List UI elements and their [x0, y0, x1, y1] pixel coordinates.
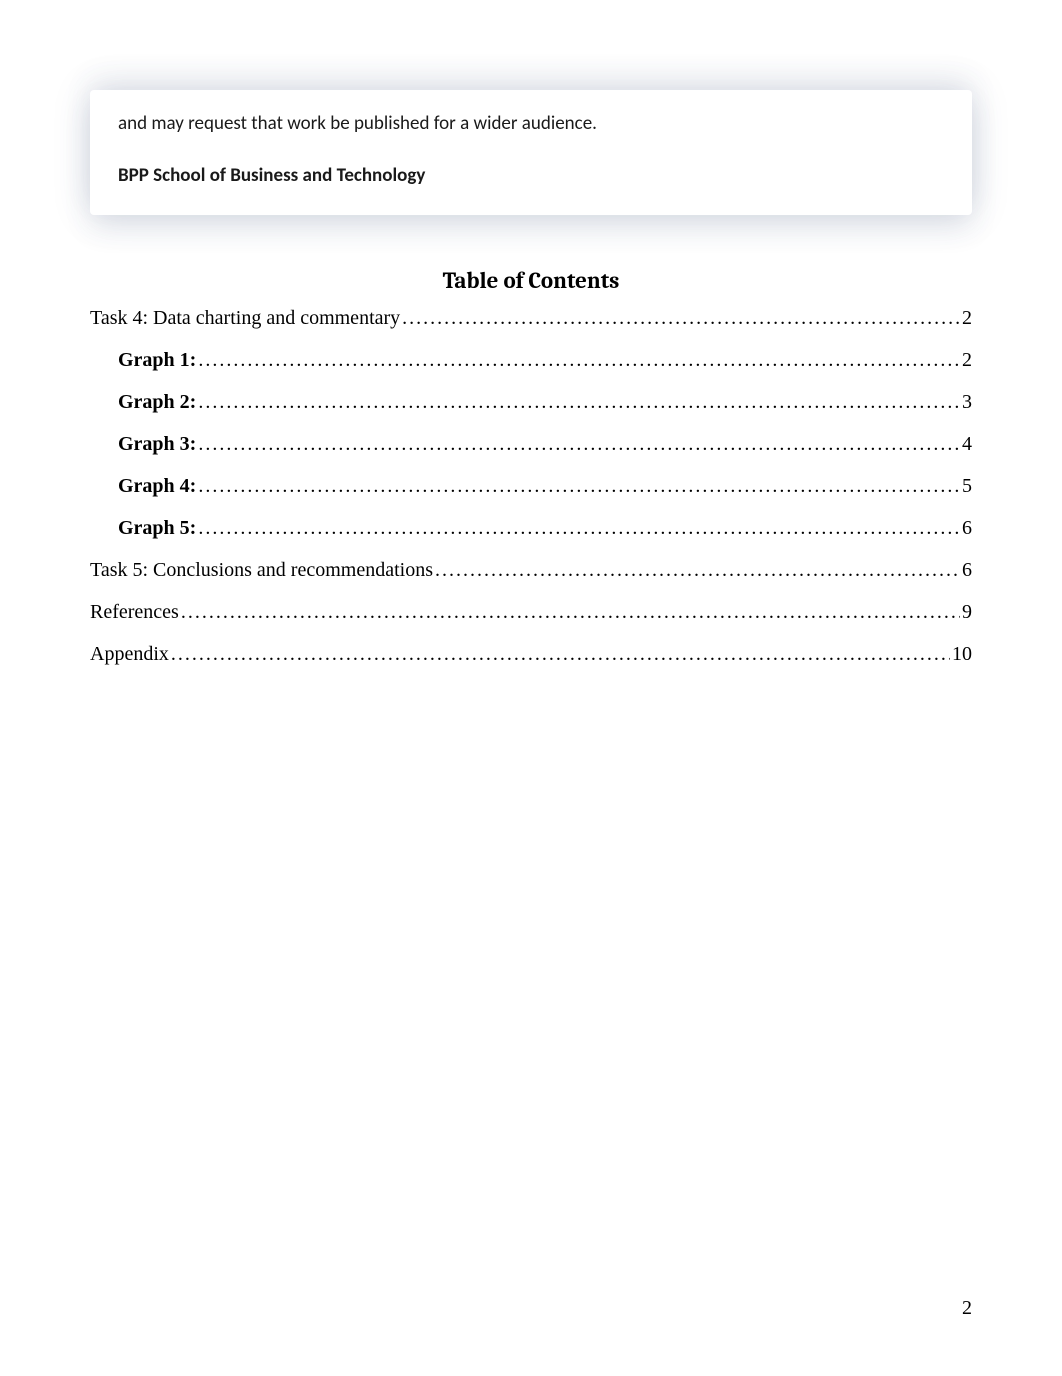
info-callout-line: and may request that work be published f… — [118, 110, 944, 138]
toc-entry[interactable]: Graph 5: 6 — [90, 518, 972, 538]
info-callout-box: and may request that work be published f… — [90, 90, 972, 215]
toc-entry[interactable]: Task 4: Data charting and commentary 2 — [90, 308, 972, 328]
toc-leader-dots — [435, 560, 960, 580]
toc-entry-label: Graph 4: — [118, 476, 196, 496]
toc-entry[interactable]: Graph 4: 5 — [90, 476, 972, 496]
toc-entry-page: 5 — [962, 476, 972, 496]
toc-entry[interactable]: Graph 2: 3 — [90, 392, 972, 412]
toc-entry-page: 6 — [962, 518, 972, 538]
toc-entry-label: Task 5: Conclusions and recommendations — [90, 560, 433, 580]
info-school-name: BPP School of Business and Technology — [118, 164, 944, 187]
toc-entry-page: 9 — [962, 602, 972, 622]
toc-entry[interactable]: Graph 1: 2 — [90, 350, 972, 370]
toc-entry-label: Graph 3: — [118, 434, 196, 454]
toc-entry[interactable]: Graph 3: 4 — [90, 434, 972, 454]
toc-entry-label: Graph 2: — [118, 392, 196, 412]
toc-entry-label: Graph 1: — [118, 350, 196, 370]
page-number: 2 — [962, 1297, 972, 1320]
toc-heading: Table of Contents — [90, 267, 972, 294]
toc-entry-page: 2 — [962, 308, 972, 328]
toc-entry-page: 2 — [962, 350, 972, 370]
document-page: and may request that work be published f… — [0, 0, 1062, 1376]
toc-entry[interactable]: References 9 — [90, 602, 972, 622]
toc-entry-page: 3 — [962, 392, 972, 412]
table-of-contents: Task 4: Data charting and commentary 2 G… — [90, 308, 972, 664]
toc-entry-label: References — [90, 602, 179, 622]
toc-entry[interactable]: Task 5: Conclusions and recommendations … — [90, 560, 972, 580]
toc-entry-label: Appendix — [90, 644, 169, 664]
toc-leader-dots — [402, 308, 960, 328]
toc-entry[interactable]: Appendix 10 — [90, 644, 972, 664]
toc-leader-dots — [181, 602, 960, 622]
toc-entry-page: 6 — [962, 560, 972, 580]
toc-leader-dots — [171, 644, 950, 664]
toc-entry-page: 4 — [962, 434, 972, 454]
toc-leader-dots — [198, 434, 960, 454]
toc-leader-dots — [198, 392, 960, 412]
toc-entry-label: Graph 5: — [118, 518, 196, 538]
toc-entry-label: Task 4: Data charting and commentary — [90, 308, 400, 328]
toc-leader-dots — [198, 476, 960, 496]
toc-leader-dots — [198, 518, 960, 538]
toc-entry-page: 10 — [952, 644, 972, 664]
toc-leader-dots — [198, 350, 960, 370]
